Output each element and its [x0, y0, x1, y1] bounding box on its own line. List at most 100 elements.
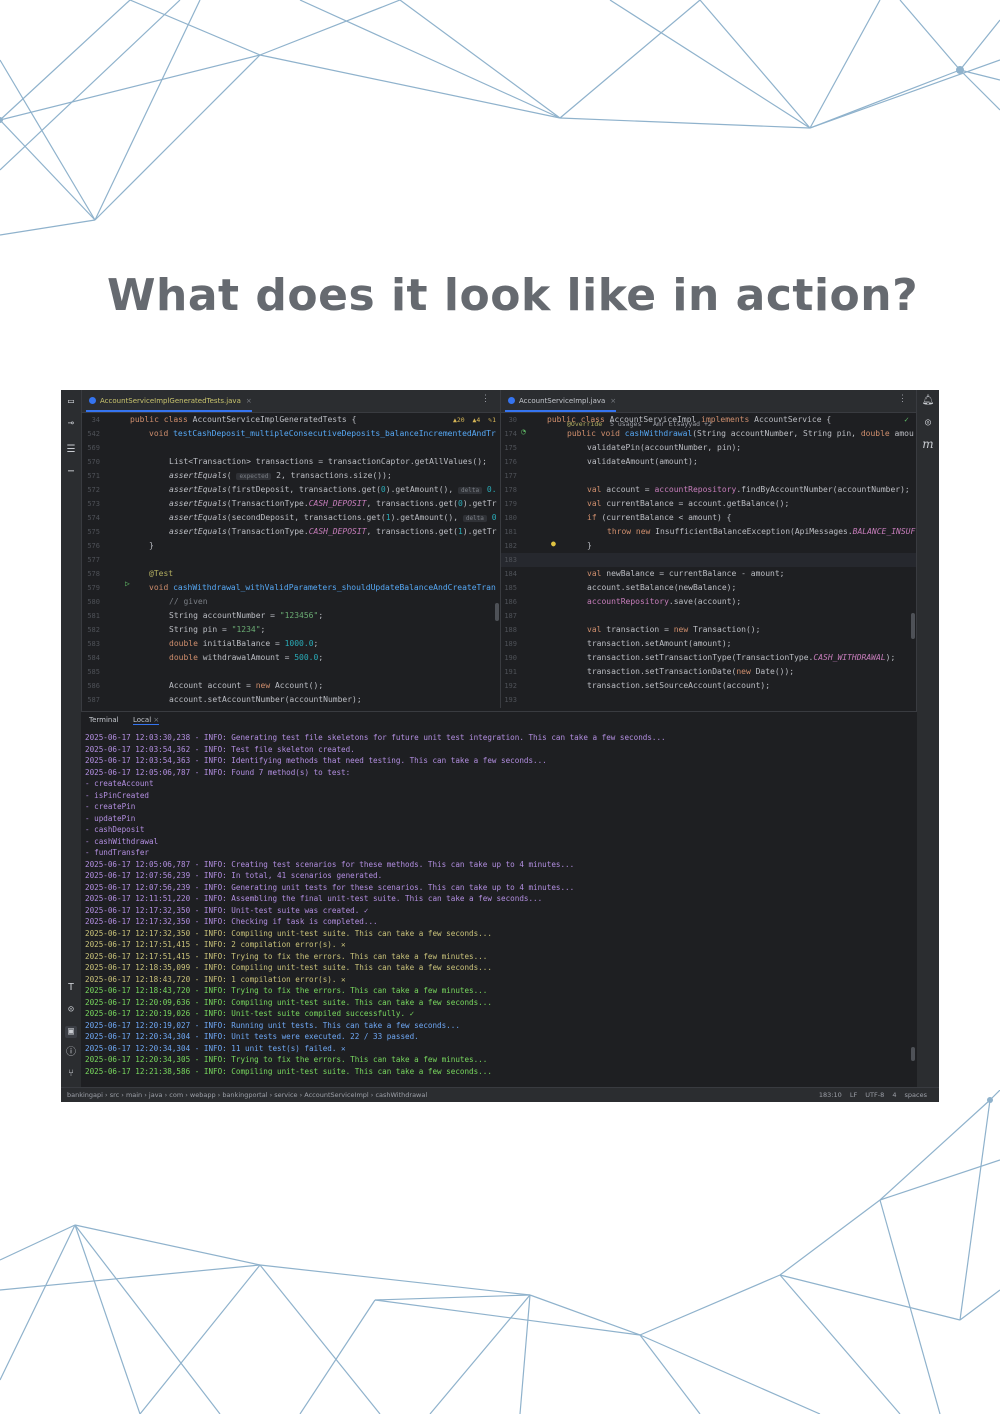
code-line: double initialBalance = 1000.0; [169, 639, 319, 648]
services-icon[interactable]: ⊙ [65, 1004, 77, 1016]
structure-icon[interactable]: ☰ [65, 444, 77, 456]
line-number: 191 [504, 668, 517, 676]
line-number: 583 [87, 640, 100, 648]
code-line: val newBalance = currentBalance - amount… [587, 569, 785, 578]
right-editor-scrollbar[interactable] [911, 613, 915, 639]
bell-icon[interactable]: 🔔︎ [921, 394, 935, 408]
code-line: double withdrawalAmount = 500.0; [169, 653, 324, 662]
run-icon[interactable]: T [65, 982, 77, 994]
inspection-widget[interactable]: ▲20 ▲4 ✎1 [453, 413, 496, 427]
line-number: 182 [504, 542, 517, 550]
page-title: What does it look like in action? [107, 270, 919, 321]
close-icon[interactable]: × [610, 397, 616, 405]
code-line: void testCashDeposit_multipleConsecutive… [149, 429, 496, 438]
java-class-icon [508, 397, 515, 404]
terminal-line: 2025-06-17 12:05:06,787 - INFO: Creating… [85, 859, 575, 869]
problems-icon[interactable]: ⓘ [65, 1047, 77, 1059]
line-number: 573 [87, 500, 100, 508]
code-line: @Test [149, 569, 174, 578]
terminal-line: 2025-06-17 12:20:09,636 - INFO: Compilin… [85, 997, 492, 1007]
terminal-line: 2025-06-17 12:11:51,220 - INFO: Assembli… [85, 894, 543, 903]
commit-icon[interactable]: ⊸ [65, 418, 77, 430]
code-line: val currentBalance = account.getBalance(… [587, 499, 790, 508]
kebab-menu-icon[interactable]: ⋮ [481, 394, 490, 404]
line-number: 180 [504, 514, 517, 522]
code-line: String accountNumber = "123456"; [169, 611, 324, 620]
line-number: 187 [504, 612, 517, 620]
right-tool-sidebar: 🔔︎ ◎ m [916, 390, 939, 1087]
line-number: 30 [508, 416, 517, 424]
terminal-line: 2025-06-17 12:18:43,720 - INFO: Trying t… [85, 986, 488, 995]
ai-assistant-icon[interactable]: ◎ [921, 416, 935, 430]
terminal-line: 2025-06-17 12:20:34,305 - INFO: Trying t… [85, 1055, 488, 1064]
code-line: assertEquals(TransactionType.CASH_DEPOSI… [169, 527, 497, 536]
line-number: 34 [91, 416, 100, 424]
line-number: 569 [87, 444, 100, 452]
tab-account-service-impl[interactable]: AccountServiceImpl.java × [505, 390, 617, 412]
code-line: val account = accountRepository.findByAc… [587, 485, 910, 494]
code-line: validatePin(accountNumber, pin); [587, 443, 742, 452]
line-number: 574 [87, 514, 100, 522]
code-line: List<Transaction> transactions = transac… [169, 457, 487, 466]
git-icon[interactable]: ⑂ [65, 1068, 77, 1080]
left-editor-scrollbar[interactable] [495, 603, 499, 621]
line-number: 571 [87, 472, 100, 480]
terminal-line: 2025-06-17 12:17:32,350 - INFO: Compilin… [85, 928, 492, 938]
terminal-scrollbar[interactable] [911, 1047, 915, 1061]
line-number: 585 [87, 668, 100, 676]
lightbulb-icon[interactable]: ● [551, 539, 556, 548]
code-line: } [149, 541, 154, 550]
code-line: public void cashWithdrawal(String accoun… [567, 429, 914, 438]
terminal-line: 2025-06-17 12:17:51,415 - INFO: Trying t… [85, 951, 488, 961]
code-line: val transaction = new Transaction(); [587, 625, 761, 634]
line-number: 576 [87, 542, 100, 550]
terminal-line: 2025-06-17 12:17:51,415 - INFO: 2 compil… [85, 940, 346, 949]
override-gutter-icon[interactable]: ◔ [521, 427, 526, 436]
line-number: 587 [87, 696, 100, 704]
code-line: account.setAccountNumber(accountNumber); [169, 695, 362, 704]
terminal-line: 2025-06-17 12:20:19,027 - INFO: Running … [85, 1020, 460, 1030]
tab-generated-tests[interactable]: AccountServiceImplGeneratedTests.java × [86, 390, 252, 412]
code-line: assertEquals( expected 2, transactions.s… [169, 471, 392, 480]
code-line: account.setBalance(newBalance); [587, 583, 737, 592]
code-line: // given [169, 597, 208, 606]
terminal-line: 2025-06-17 12:05:06,787 - INFO: Found 7 … [85, 767, 351, 777]
line-number: 189 [504, 640, 517, 648]
line-number: 184 [504, 570, 517, 578]
terminal-line: 2025-06-17 12:17:32,350 - INFO: Unit-tes… [85, 905, 369, 915]
code-line: transaction.setTransactionDate(new Date(… [587, 667, 795, 676]
line-number: 181 [504, 528, 517, 536]
terminal-line: 2025-06-17 12:07:56,239 - INFO: Generati… [85, 882, 575, 892]
left-editor: AccountServiceImplGeneratedTests.java × ⋮… [82, 390, 500, 708]
code-line: String pin = "1234"; [169, 625, 266, 634]
terminal-line: - fundTransfer [85, 848, 150, 857]
code-line: transaction.setTransactionType(Transacti… [587, 653, 896, 662]
terminal-line: - updatePin [85, 813, 136, 823]
code-line: accountRepository.save(account); [587, 597, 742, 606]
line-number: 193 [504, 696, 517, 704]
line-number: 190 [504, 654, 517, 662]
close-icon[interactable]: × [153, 716, 159, 724]
line-number: 542 [87, 430, 100, 438]
line-number: 185 [504, 584, 517, 592]
line-number: 581 [87, 612, 100, 620]
line-number: 578 [87, 570, 100, 578]
line-number: 178 [504, 486, 517, 494]
terminal-line: - cashDeposit [85, 825, 145, 834]
tab-local[interactable]: Local × [133, 716, 160, 725]
more-icon[interactable]: ⋯ [65, 466, 77, 478]
line-number: 186 [504, 598, 517, 606]
terminal-line: 2025-06-17 12:20:34,304 - INFO: Unit tes… [85, 1032, 419, 1041]
line-number: 188 [504, 626, 517, 634]
terminal-line: - createAccount [85, 779, 154, 788]
code-line: assertEquals(firstDeposit, transactions.… [169, 485, 497, 494]
kebab-menu-icon[interactable]: ⋮ [898, 394, 907, 404]
terminal-icon[interactable]: ▣ [65, 1026, 77, 1038]
code-line: assertEquals(secondDeposit, transactions… [169, 513, 497, 522]
code-line: void cashWithdrawal_withValidParameters_… [149, 583, 496, 592]
run-test-icon[interactable]: ▷ [125, 579, 130, 588]
folder-icon[interactable]: ▭ [65, 396, 77, 408]
close-icon[interactable]: × [246, 397, 252, 405]
plugin-m-icon[interactable]: m [921, 437, 935, 451]
line-number: 577 [87, 556, 100, 564]
